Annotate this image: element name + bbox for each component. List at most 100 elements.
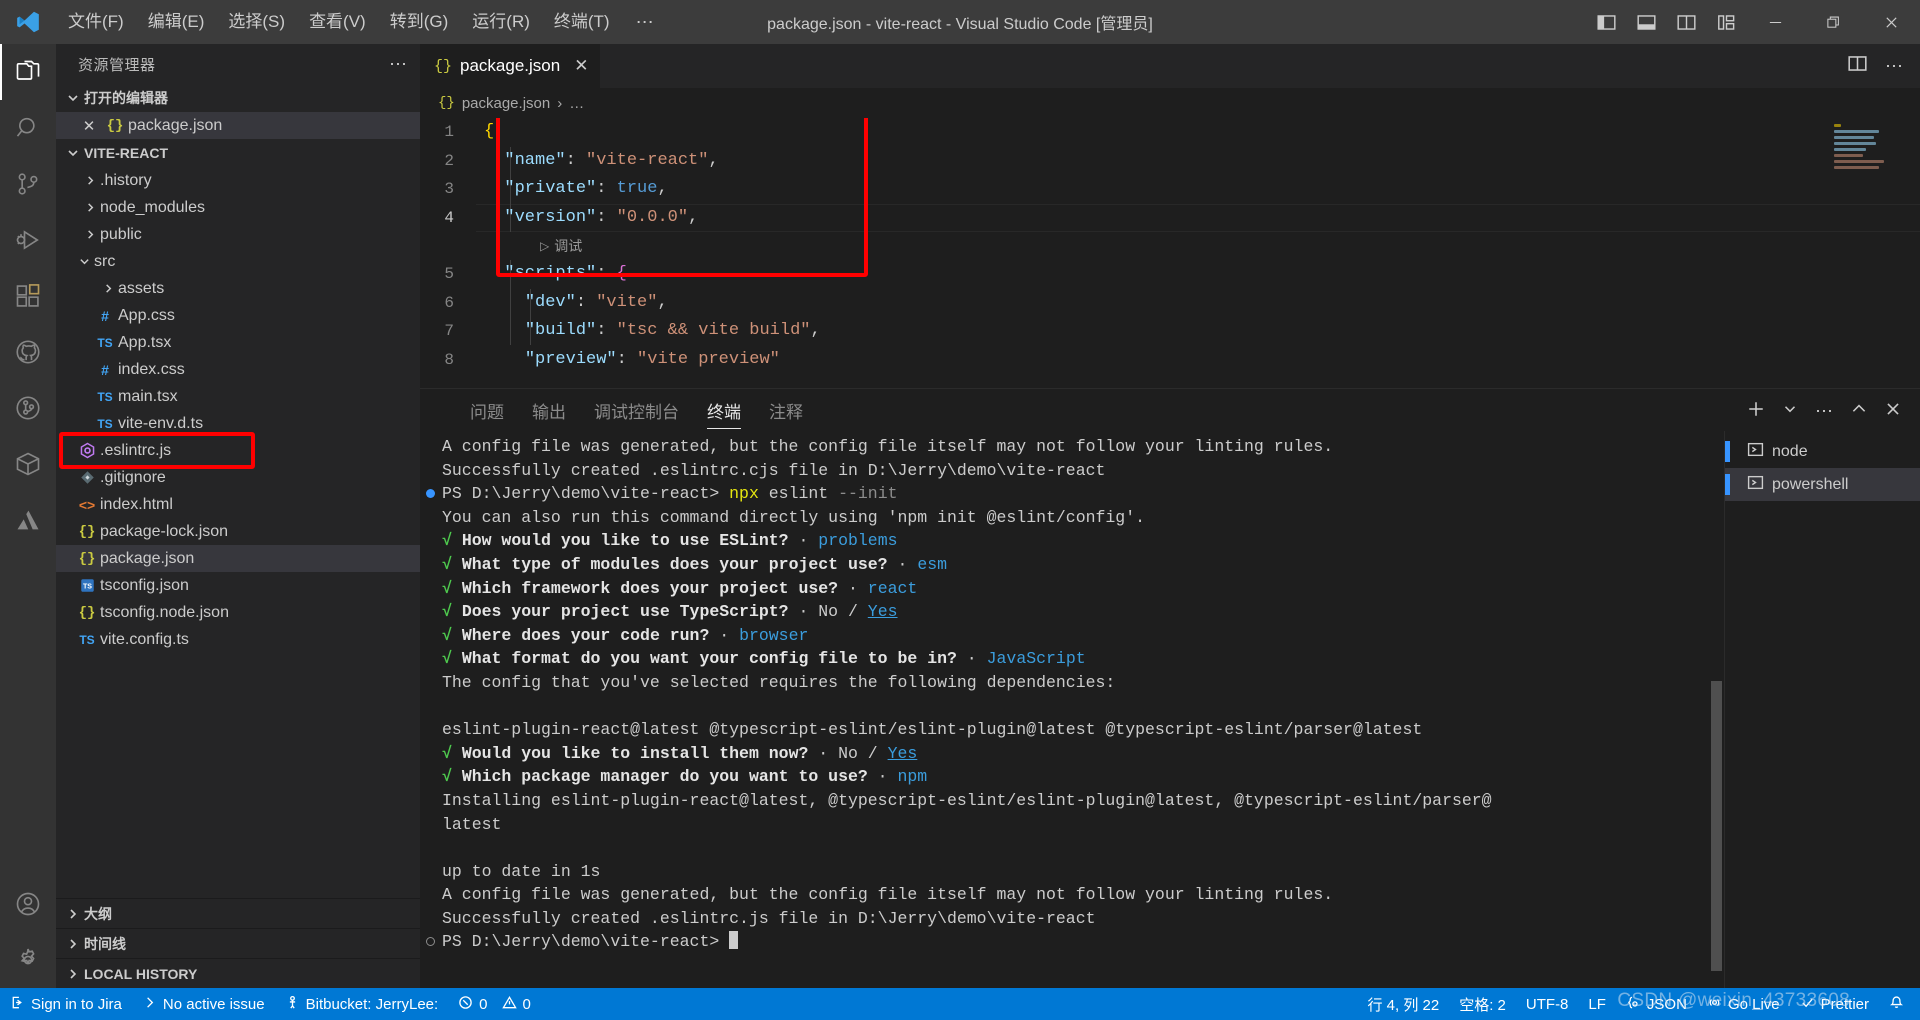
status-cursor-position[interactable]: 行 4, 列 22 (1358, 988, 1450, 1020)
status-bitbucket[interactable]: Bitbucket: JerryLee: (275, 988, 449, 1020)
tree-item-public[interactable]: public (56, 221, 420, 248)
status-go-live[interactable]: Go Live (1697, 988, 1790, 1020)
status-jira-signin[interactable]: Sign in to Jira (0, 988, 132, 1020)
breadcrumb-file[interactable]: package.json (462, 95, 550, 112)
editor-more-actions-dots-icon[interactable]: ⋯ (1885, 56, 1904, 77)
section-timeline[interactable]: 时间线 (56, 928, 420, 958)
menu-go[interactable]: 转到(G) (378, 7, 461, 37)
tree-item-eslintrc-js[interactable]: .eslintrc.js (56, 437, 420, 464)
menu-terminal[interactable]: 终端(T) (542, 7, 622, 37)
split-editor-icon[interactable] (1848, 54, 1867, 78)
line-number: 2 (444, 151, 454, 170)
panel-icon[interactable] (1626, 0, 1666, 44)
open-editor-package-json[interactable]: ✕ {} package.json (56, 112, 420, 139)
tab-debug-console[interactable]: 调试控制台 (580, 398, 693, 431)
tree-item-gitignore[interactable]: .gitignore (56, 464, 420, 491)
terminal-scrollbar[interactable] (1711, 681, 1722, 971)
new-terminal-plus-icon[interactable] (1747, 400, 1765, 423)
tree-item-tsconfig-node-json[interactable]: {} tsconfig.node.json (56, 599, 420, 626)
terminal-output[interactable]: A config file was generated, but the con… (420, 431, 1724, 988)
run-and-debug-icon[interactable] (0, 212, 56, 268)
status-problems[interactable]: 0 0 (448, 988, 541, 1020)
codelens-debug[interactable]: ▷ 调试 (420, 232, 1920, 260)
tree-item-app-tsx[interactable]: TS App.tsx (56, 329, 420, 356)
menu-overflow-dots-icon[interactable]: ⋯ (622, 12, 669, 33)
line-number: 1 (444, 123, 454, 141)
secondary-sidebar-icon[interactable] (1666, 0, 1706, 44)
atlassian-icon[interactable] (0, 492, 56, 548)
source-control-icon[interactable] (0, 156, 56, 212)
codelens-label[interactable]: 调试 (554, 232, 582, 261)
git-graph-icon[interactable] (0, 380, 56, 436)
tab-label: package.json (460, 56, 561, 75)
tree-item-app-css[interactable]: # App.css (56, 302, 420, 329)
terminal-tab-node[interactable]: node (1725, 435, 1920, 468)
terminal-tab-powershell[interactable]: powershell (1725, 468, 1920, 501)
json-icon: {} (106, 117, 124, 134)
search-icon[interactable] (0, 100, 56, 156)
terminal-tab-label: powershell (1772, 475, 1849, 493)
tree-item-node-modules[interactable]: node_modules (56, 194, 420, 221)
menu-selection[interactable]: 选择(S) (216, 7, 297, 37)
vscode-logo-icon (0, 0, 56, 44)
breadcrumb-separator: › (557, 94, 563, 112)
status-prettier[interactable]: Prettier (1790, 988, 1879, 1020)
tree-item-src[interactable]: src (56, 248, 420, 275)
breadcrumb-rest[interactable]: … (569, 95, 584, 112)
minimap[interactable] (1834, 124, 1906, 176)
explorer-icon[interactable] (0, 44, 56, 100)
tree-item-history[interactable]: .history (56, 167, 420, 194)
close-panel-icon[interactable] (1884, 400, 1902, 423)
editor-content[interactable]: 1{ 2 "name": "vite-react", 3 "private": … (420, 118, 1920, 388)
status-notifications[interactable] (1879, 988, 1914, 1020)
status-encoding[interactable]: UTF-8 (1516, 988, 1579, 1020)
tree-item-tsconfig-json[interactable]: TS tsconfig.json (56, 572, 420, 599)
tab-package-json[interactable]: {} package.json ✕ (420, 44, 602, 88)
status-active-issue[interactable]: No active issue (132, 988, 275, 1020)
sidebar-title-label: 资源管理器 (78, 56, 156, 74)
panel-more-actions-dots-icon[interactable]: ⋯ (1815, 401, 1834, 422)
line-number: 3 (444, 180, 454, 198)
menu-run[interactable]: 运行(R) (460, 7, 542, 37)
status-eol[interactable]: LF (1578, 988, 1616, 1020)
section-vite-react[interactable]: VITE-REACT (56, 139, 420, 167)
tree-item-main-tsx[interactable]: TS main.tsx (56, 383, 420, 410)
sidebar-more-actions-dots-icon[interactable]: ⋯ (389, 54, 408, 75)
tree-item-label: main.tsx (118, 387, 178, 405)
tab-output[interactable]: 输出 (518, 398, 580, 431)
package-icon[interactable] (0, 436, 56, 492)
extensions-icon[interactable] (0, 268, 56, 324)
status-language-mode[interactable]: JSON (1616, 988, 1697, 1020)
primary-sidebar-icon[interactable] (1586, 0, 1626, 44)
minimize-button[interactable] (1746, 0, 1804, 44)
close-button[interactable] (1862, 0, 1920, 44)
status-indentation[interactable]: 空格: 2 (1449, 988, 1516, 1020)
tab-problems[interactable]: 问题 (456, 398, 518, 431)
tree-item-vite-config-ts[interactable]: TS vite.config.ts (56, 626, 420, 653)
tree-item-package-json[interactable]: {} package.json (56, 545, 420, 572)
prettier-label: Prettier (1820, 995, 1869, 1013)
close-editor-icon[interactable]: ✕ (76, 117, 102, 135)
restore-button[interactable] (1804, 0, 1862, 44)
settings-gear-icon[interactable] (0, 932, 56, 988)
tree-item-vite-env-d-ts[interactable]: TS vite-env.d.ts (56, 410, 420, 437)
tree-item-index-html[interactable]: <> index.html (56, 491, 420, 518)
tree-item-package-lock-json[interactable]: {} package-lock.json (56, 518, 420, 545)
maximize-panel-chevron-icon[interactable] (1850, 400, 1868, 423)
tab-terminal[interactable]: 终端 (693, 398, 755, 431)
menu-edit[interactable]: 编辑(E) (136, 7, 217, 37)
github-icon[interactable] (0, 324, 56, 380)
tab-comments[interactable]: 注释 (755, 398, 817, 431)
close-tab-icon[interactable]: ✕ (574, 56, 588, 76)
tree-item-assets[interactable]: assets (56, 275, 420, 302)
section-open-editors[interactable]: 打开的编辑器 (56, 84, 420, 112)
menu-view[interactable]: 查看(V) (297, 7, 378, 37)
terminal-dropdown-chevron-icon[interactable] (1781, 400, 1799, 423)
tree-item-index-css[interactable]: # index.css (56, 356, 420, 383)
menu-file[interactable]: 文件(F) (56, 7, 136, 37)
accounts-icon[interactable] (0, 876, 56, 932)
section-outline[interactable]: 大纲 (56, 898, 420, 928)
customize-layout-icon[interactable] (1706, 0, 1746, 44)
json-icon: {} (78, 604, 96, 621)
section-local-history[interactable]: LOCAL HISTORY (56, 958, 420, 988)
